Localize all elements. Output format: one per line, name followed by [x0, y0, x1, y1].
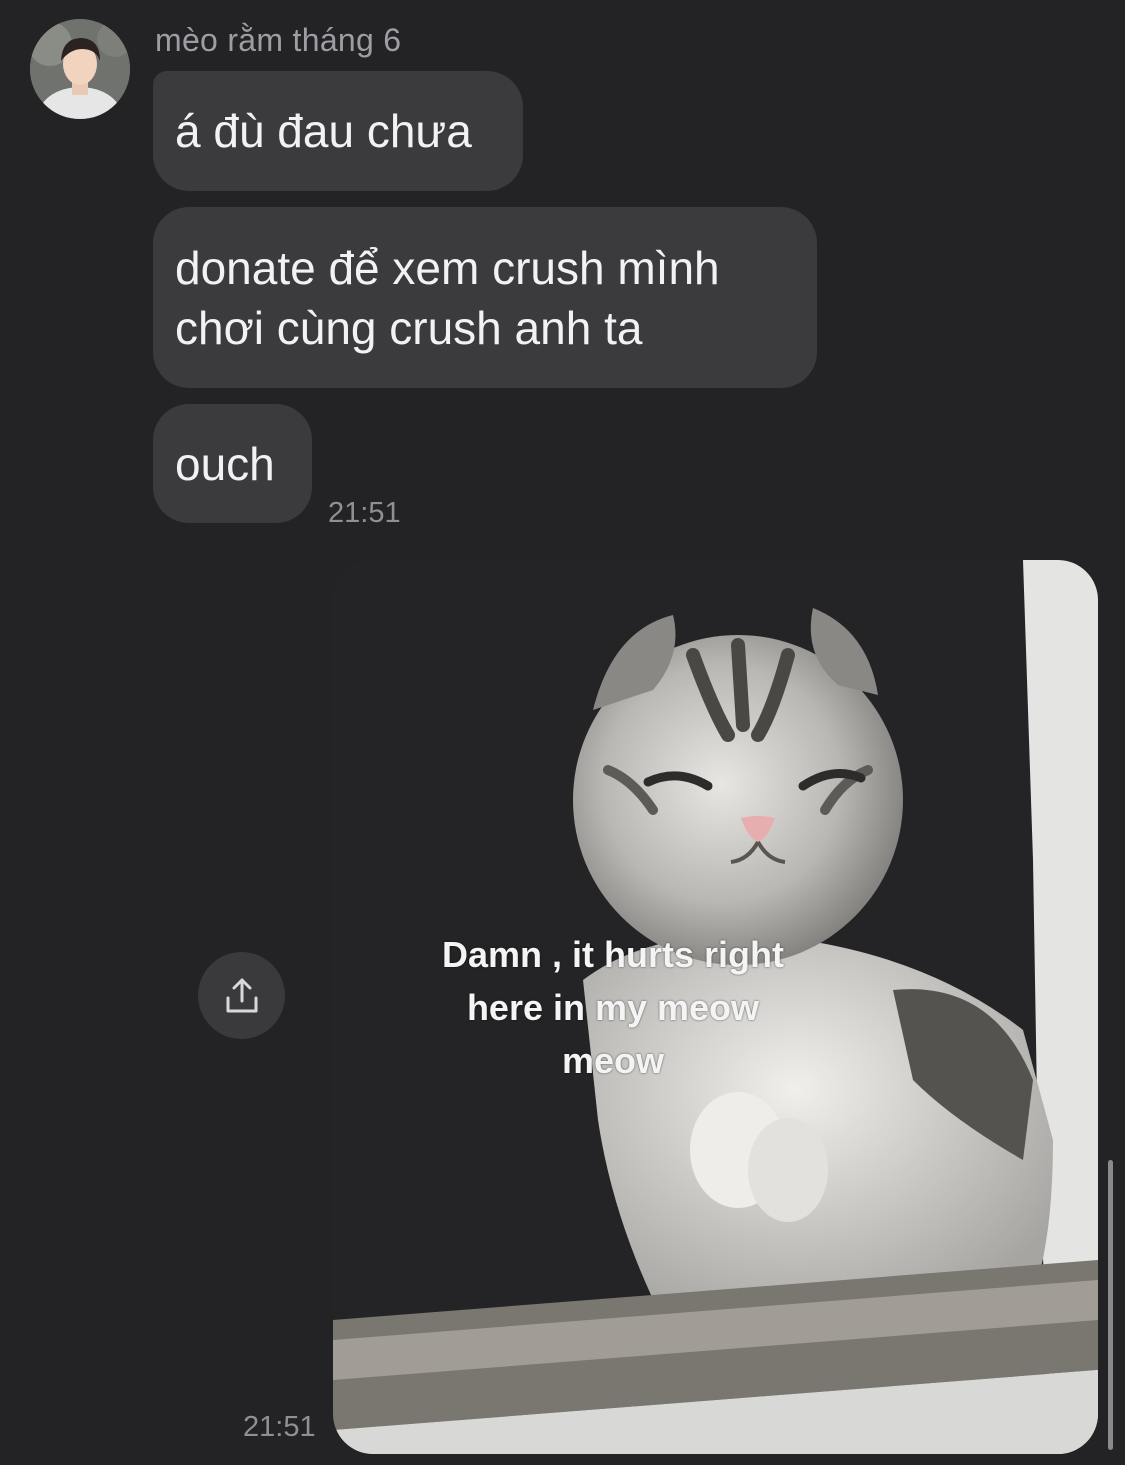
scrollbar[interactable] [1108, 1160, 1113, 1450]
message-text-line: donate để xem crush mình [175, 242, 720, 294]
message-text-line: chơi cùng crush anh ta [175, 302, 643, 354]
message-text: ouch [175, 438, 275, 490]
image-message[interactable]: Damn , it hurts right here in my meow me… [333, 560, 1098, 1454]
meme-caption-line: meow [561, 1040, 665, 1081]
image-timestamp: 21:51 [243, 1411, 316, 1443]
meme-caption-line: Damn , it hurts right [442, 934, 784, 975]
share-icon [226, 978, 257, 1012]
meme-caption: Damn , it hurts right here in my meow me… [393, 928, 833, 1087]
share-button[interactable] [198, 952, 285, 1039]
chat-thread: mèo rằm tháng 6 á đù đau chưa donate để … [0, 0, 1125, 1465]
sender-name: mèo rằm tháng 6 [155, 22, 402, 58]
message-text: á đù đau chưa [175, 105, 472, 157]
message-bubble[interactable]: ouch [153, 404, 312, 523]
message-timestamp: 21:51 [328, 497, 401, 529]
message-bubble[interactable]: donate để xem crush mình chơi cùng crush… [153, 207, 817, 388]
meme-caption-line: here in my meow [466, 987, 760, 1028]
message-bubble[interactable]: á đù đau chưa [153, 71, 523, 191]
profile-photo [30, 19, 130, 119]
sender-avatar[interactable] [30, 19, 130, 119]
